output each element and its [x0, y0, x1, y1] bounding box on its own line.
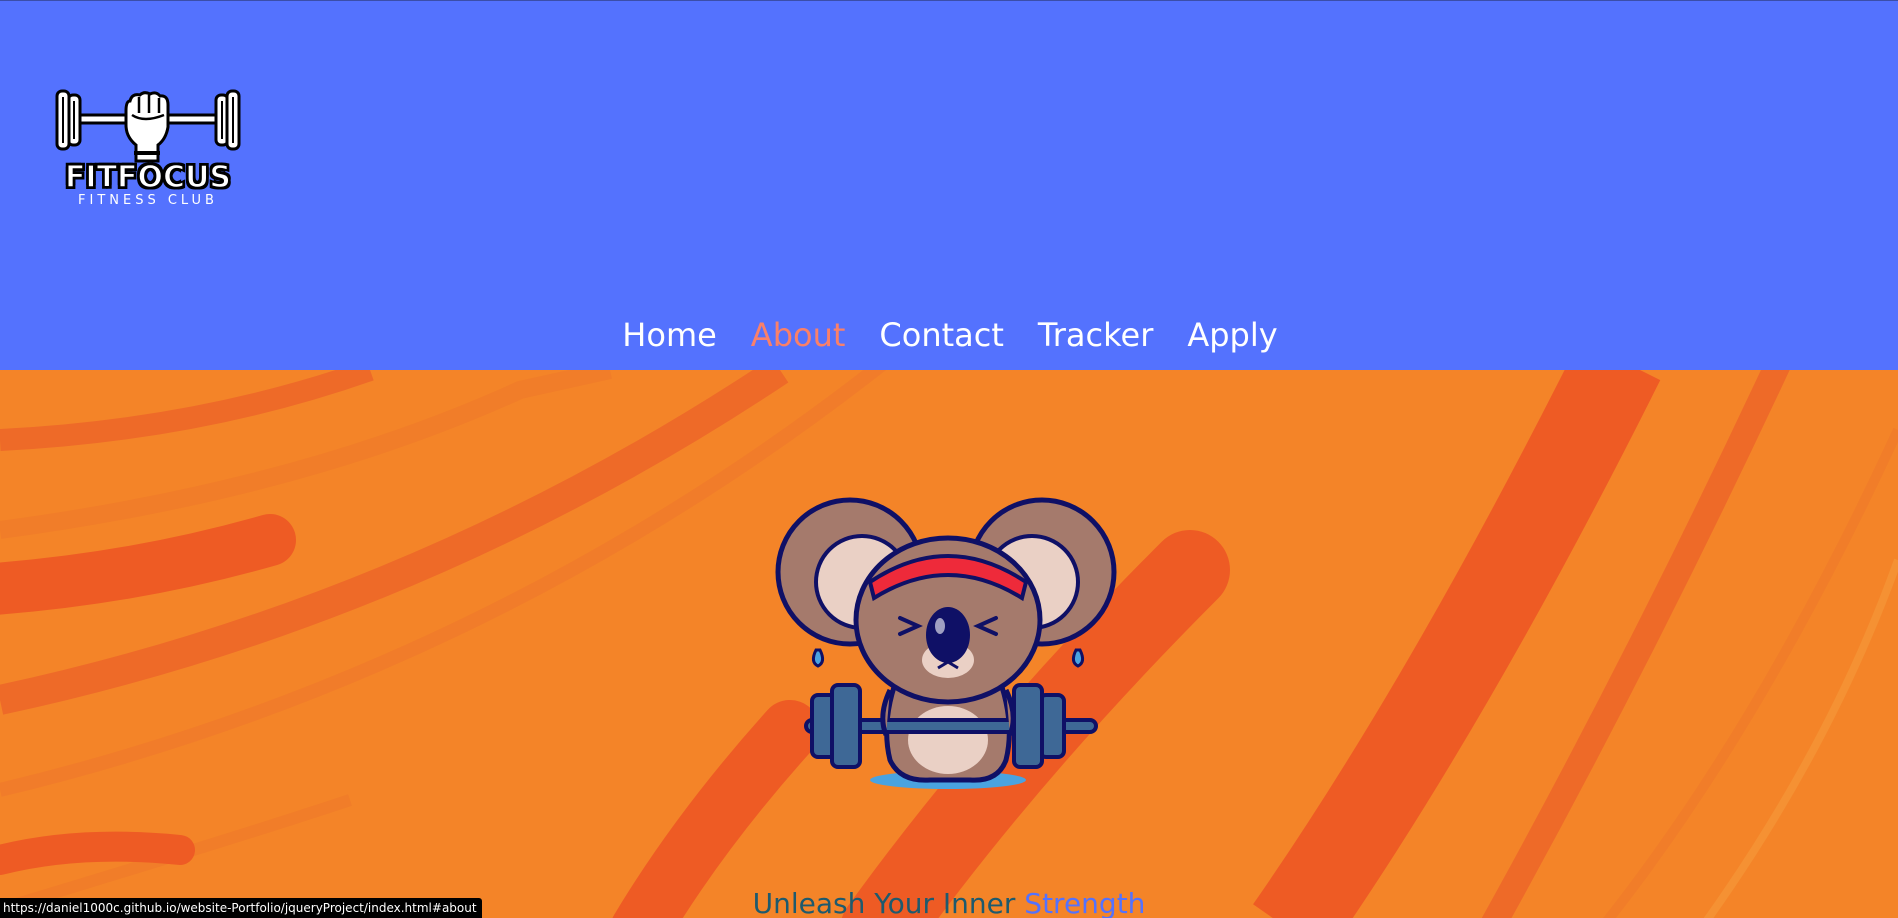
logo-title: FITFOCUS [64, 160, 232, 196]
browser-status-url: https://daniel1000c.github.io/website-Po… [0, 898, 482, 918]
koala-lifting-barbell-illustration [775, 497, 1117, 789]
nav-tracker[interactable]: Tracker [1036, 311, 1153, 359]
fist-barbell-icon [55, 89, 241, 163]
page: FITFOCUS FITNESS CLUB Home About Contact… [0, 0, 1898, 918]
nav-about[interactable]: About [749, 311, 846, 359]
logo-subtitle: FITNESS CLUB [78, 193, 218, 208]
hero-section: Unleash Your Inner Strength [0, 370, 1898, 918]
site-header: FITFOCUS FITNESS CLUB Home About Contact… [0, 0, 1898, 370]
tagline-part1: Unleash Your Inner [752, 887, 1016, 918]
site-logo[interactable]: FITFOCUS FITNESS CLUB [48, 89, 248, 219]
nav-home[interactable]: Home [620, 311, 717, 359]
main-nav: Home About Contact Tracker Apply [0, 311, 1898, 359]
nav-apply[interactable]: Apply [1185, 311, 1277, 359]
tagline-part2: Strength [1024, 887, 1146, 918]
nav-contact[interactable]: Contact [877, 311, 1004, 359]
